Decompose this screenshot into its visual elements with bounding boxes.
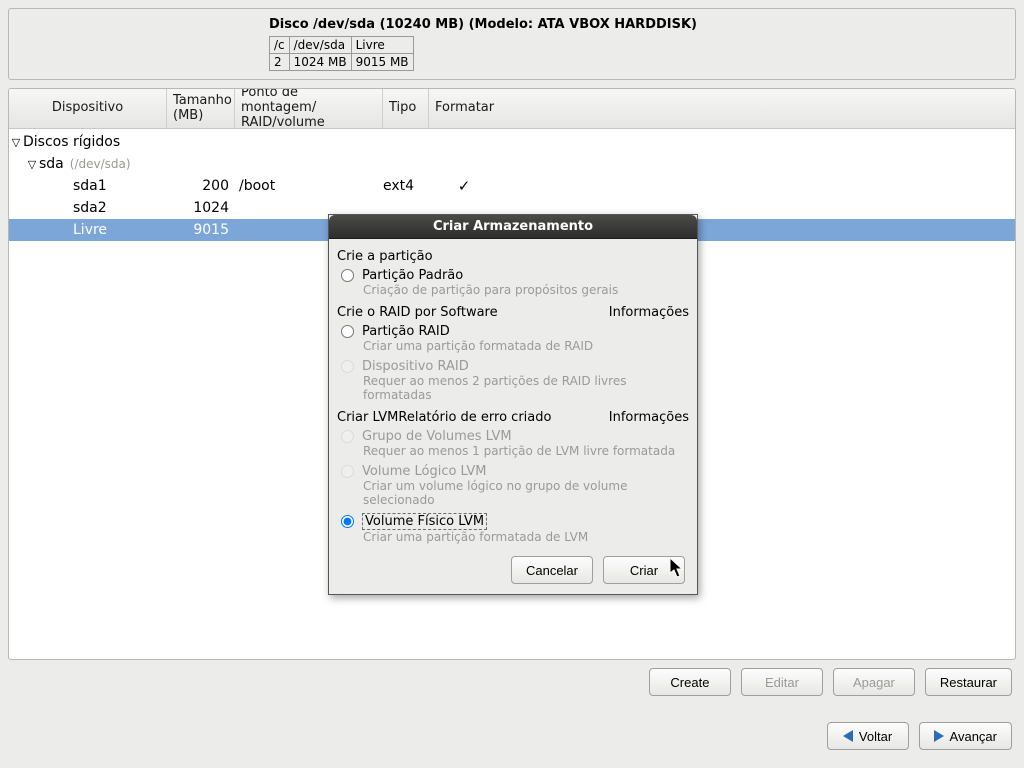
edit-button: Editar [741, 668, 823, 696]
tree-disk[interactable]: ▽ sda (/dev/sda) [9, 153, 1015, 175]
col-type[interactable]: Tipo [383, 89, 429, 128]
col-size[interactable]: Tamanho (MB) [167, 89, 235, 128]
disk-legend: Disco /dev/sda (10240 MB) (Modelo: ATA V… [8, 8, 1016, 80]
radio-raid-part[interactable] [341, 325, 354, 338]
radio-lvm-lv [341, 465, 354, 478]
radio-standard[interactable] [341, 269, 354, 282]
col-mount[interactable]: Ponto de montagem/ RAID/volume [235, 89, 383, 128]
table-row[interactable]: sda1 200 /boot ext4 ✓ [9, 175, 1015, 197]
opt-standard-partition[interactable]: Partição Padrão [337, 266, 689, 283]
expand-icon[interactable]: ▽ [9, 136, 23, 149]
tree-root[interactable]: ▽ Discos rígidos [9, 131, 1015, 153]
opt-raid-device: Dispositivo RAID [337, 357, 689, 374]
disk-title: Disco /dev/sda (10240 MB) (Modelo: ATA V… [269, 17, 1007, 32]
opt-lvm-lv: Volume Lógico LVM [337, 462, 689, 479]
info-link[interactable]: Informações [609, 410, 689, 425]
arrow-left-icon [843, 730, 853, 742]
radio-lvm-vg [341, 430, 354, 443]
cancel-button[interactable]: Cancelar [511, 556, 593, 584]
dialog-create-button[interactable]: Criar [603, 556, 685, 584]
section-partition: Crie a partição [337, 249, 689, 264]
column-headers: Dispositivo Tamanho (MB) Ponto de montag… [9, 89, 1015, 129]
opt-lvm-pv[interactable]: Volume Físico LVM [337, 511, 689, 530]
disk-usage-table: /c /dev/sda Livre 2 1024 MB 9015 MB [269, 36, 414, 71]
dialog-title[interactable]: Criar Armazenamento [329, 215, 697, 239]
arrow-right-icon [934, 730, 944, 742]
info-link[interactable]: Informações [609, 305, 689, 320]
radio-lvm-pv[interactable] [341, 515, 354, 528]
section-raid: Crie o RAID por Software Informações [337, 305, 689, 320]
col-format[interactable]: Formatar [429, 89, 499, 128]
restore-button[interactable]: Restaurar [925, 668, 1012, 696]
col-device[interactable]: Dispositivo [9, 89, 167, 128]
back-button[interactable]: Voltar [827, 722, 909, 750]
next-button[interactable]: Avançar [919, 722, 1012, 750]
section-lvm: Criar LVMRelatório de erro criado Inform… [337, 410, 689, 425]
create-storage-dialog: Criar Armazenamento Crie a partição Part… [328, 214, 698, 595]
action-buttons: Create Editar Apagar Restaurar [649, 668, 1012, 696]
opt-lvm-vg: Grupo de Volumes LVM [337, 427, 689, 444]
delete-button: Apagar [833, 668, 915, 696]
expand-icon[interactable]: ▽ [25, 158, 39, 171]
opt-raid-partition[interactable]: Partição RAID [337, 322, 689, 339]
radio-raid-dev [341, 360, 354, 373]
check-icon: ✓ [458, 177, 471, 195]
create-button[interactable]: Create [649, 668, 731, 696]
nav-buttons: Voltar Avançar [827, 722, 1012, 750]
